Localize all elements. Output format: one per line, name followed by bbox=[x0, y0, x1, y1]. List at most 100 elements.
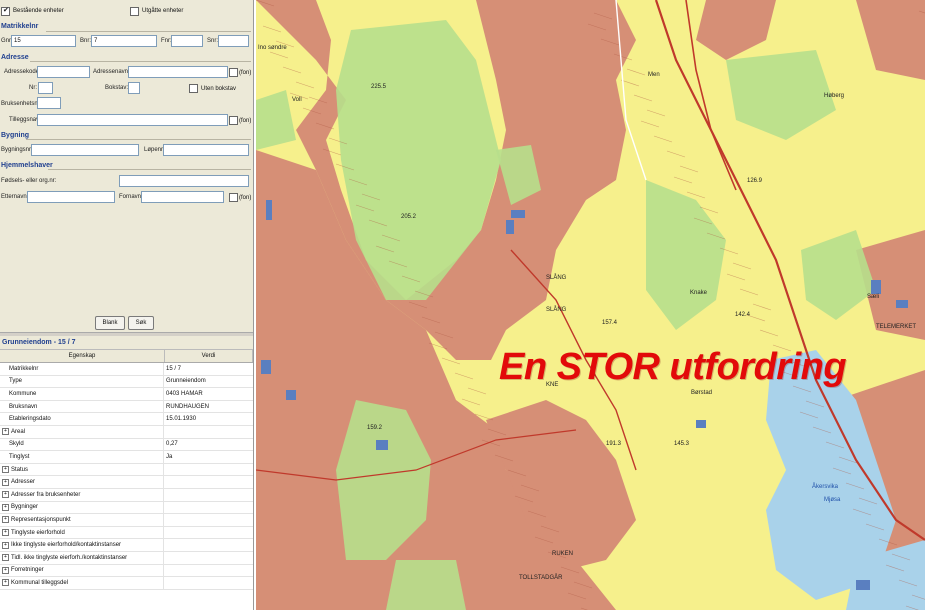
property-value bbox=[164, 527, 253, 539]
property-name-cell: Type bbox=[0, 375, 164, 388]
adressenavn-input[interactable] bbox=[128, 66, 228, 78]
map-label-knake: Knake bbox=[690, 290, 708, 296]
tilleggsnavn-input[interactable] bbox=[37, 114, 228, 126]
property-name: Bruksnavn bbox=[9, 403, 38, 410]
expired-units-option[interactable]: Utgåtte enheter bbox=[130, 4, 183, 18]
expand-icon[interactable]: + bbox=[2, 466, 9, 474]
existing-units-checkbox[interactable]: ✔ bbox=[1, 6, 10, 16]
map-canvas[interactable] bbox=[256, 0, 925, 610]
fon-checkbox[interactable] bbox=[229, 193, 238, 202]
building-block bbox=[506, 220, 514, 234]
fornavn-fon-option[interactable]: (fon) bbox=[229, 193, 251, 202]
property-name-cell: + Kommunal tilleggsdel bbox=[0, 577, 164, 589]
properties-title: Grunneiendom - 15 / 7 bbox=[0, 336, 253, 350]
section-divider bbox=[30, 61, 251, 62]
property-row[interactable]: + Kommunal tilleggsdel bbox=[0, 577, 253, 590]
property-row[interactable]: Bruksnavn RUNDHAUGEN bbox=[0, 400, 253, 414]
snr-label: Snr: bbox=[207, 38, 219, 44]
property-name: Kommunal tilleggsdel bbox=[11, 579, 69, 586]
expand-icon[interactable]: + bbox=[2, 491, 9, 499]
fon-checkbox[interactable] bbox=[229, 68, 238, 77]
column-header-value[interactable]: Verdi bbox=[165, 350, 253, 362]
property-value: 15 / 7 bbox=[166, 365, 182, 372]
property-row[interactable]: + Tinglyste eierforhold bbox=[0, 526, 253, 540]
property-row[interactable]: Matrikkelnr 15 / 7 bbox=[0, 363, 253, 376]
bokstav-input[interactable] bbox=[128, 82, 140, 94]
property-name: Tidl. ikke tinglyste eierforh./kontaktin… bbox=[11, 554, 128, 561]
map-label-hoberg: Høberg bbox=[824, 93, 845, 99]
bygningsnr-label: Bygningsnr: bbox=[1, 147, 33, 153]
building-block bbox=[896, 300, 908, 308]
nr-input[interactable] bbox=[38, 82, 53, 94]
map-label-men: Men bbox=[648, 72, 660, 78]
etternavn-input[interactable] bbox=[27, 191, 115, 203]
property-row[interactable]: + Adresser fra bruksenheter bbox=[0, 488, 253, 502]
building-block bbox=[696, 420, 706, 428]
uten-bokstav-option[interactable]: Uten bokstav bbox=[189, 84, 236, 93]
uten-bokstav-checkbox[interactable] bbox=[189, 84, 198, 93]
checkmark-icon: ✔ bbox=[3, 6, 9, 14]
fornavn-label: Fornavn: bbox=[119, 194, 143, 200]
fon-checkbox[interactable] bbox=[229, 116, 238, 125]
fornavn-input[interactable] bbox=[141, 191, 224, 203]
property-name: Bygninger bbox=[11, 504, 39, 511]
property-row[interactable]: Tinglyst Ja bbox=[0, 451, 253, 464]
property-name-cell: Tinglyst bbox=[0, 451, 164, 463]
property-row[interactable]: + Adresser bbox=[0, 476, 253, 489]
property-row[interactable]: Kommune 0403 HAMAR bbox=[0, 388, 253, 401]
property-row[interactable]: + Ikke tinglyste eierforhold/kontaktinsta… bbox=[0, 539, 253, 552]
section-divider bbox=[46, 31, 251, 32]
expand-icon[interactable]: + bbox=[2, 428, 9, 436]
property-name-cell: + Status bbox=[0, 463, 164, 476]
property-row[interactable]: + Representasjonspunkt bbox=[0, 514, 253, 527]
expand-icon[interactable]: + bbox=[2, 478, 9, 486]
expand-icon[interactable]: + bbox=[2, 541, 9, 549]
adressenavn-fon-option[interactable]: (fon) bbox=[229, 68, 251, 77]
bygningsnr-input[interactable] bbox=[31, 144, 139, 156]
expand-icon[interactable]: + bbox=[2, 554, 9, 562]
building-block bbox=[871, 280, 881, 294]
property-value: Ja bbox=[166, 453, 173, 460]
property-row[interactable]: + Bygninger bbox=[0, 501, 253, 515]
map-label-akersvika: Åkersvika bbox=[812, 484, 839, 490]
property-value: 0403 HAMAR bbox=[166, 390, 203, 397]
lopenr-input[interactable] bbox=[163, 144, 249, 156]
bnr-input[interactable]: 7 bbox=[91, 35, 157, 47]
fodsels-input[interactable] bbox=[119, 175, 249, 187]
fon-label: (fon) bbox=[239, 194, 252, 201]
column-header-property[interactable]: Egenskap bbox=[0, 350, 165, 362]
bnr-label: Bnr: bbox=[80, 38, 92, 44]
property-row[interactable]: + Areal bbox=[0, 425, 253, 439]
expand-icon[interactable]: + bbox=[2, 566, 9, 574]
property-name-cell: Skyld bbox=[0, 438, 164, 451]
property-name: Areal bbox=[11, 428, 26, 435]
expired-units-checkbox[interactable] bbox=[130, 6, 139, 16]
property-row[interactable]: Etableringsdato 15.01.1930 bbox=[0, 413, 253, 426]
section-divider bbox=[26, 139, 251, 140]
fnr-input[interactable] bbox=[171, 35, 203, 47]
expand-icon[interactable]: + bbox=[2, 529, 9, 537]
map-view[interactable]: Ino søndre Voll Men Høberg Sæli TELEMERK… bbox=[256, 0, 925, 610]
property-row[interactable]: Type Grunneiendom bbox=[0, 375, 253, 389]
property-name-cell: Kommune bbox=[0, 388, 164, 400]
gnr-input[interactable]: 15 bbox=[11, 35, 76, 47]
section-matrikkelnr: Matrikkelnr bbox=[1, 23, 39, 30]
expand-icon[interactable]: + bbox=[2, 579, 9, 587]
property-row[interactable]: + Tidl. ikke tinglyste eierforh./kontakti… bbox=[0, 551, 253, 565]
existing-units-option[interactable]: ✔ Bestående enheter bbox=[1, 4, 64, 18]
property-row[interactable]: Skyld 0,27 bbox=[0, 438, 253, 452]
search-button[interactable]: Søk bbox=[128, 316, 154, 330]
bruksenhetsnr-label: Bruksenhetsnr: bbox=[1, 101, 42, 107]
property-name: Type bbox=[9, 378, 23, 385]
expand-icon[interactable]: + bbox=[2, 516, 9, 524]
clear-button[interactable]: Blank bbox=[95, 316, 125, 330]
snr-input[interactable] bbox=[218, 35, 249, 47]
bokstav-label: Bokstav: bbox=[105, 85, 129, 91]
tilleggsnavn-fon-option[interactable]: (fon) bbox=[229, 116, 251, 125]
bruksenhetsnr-input[interactable] bbox=[37, 97, 61, 109]
adressekode-input[interactable] bbox=[37, 66, 90, 78]
property-row[interactable]: + Forretninger bbox=[0, 564, 253, 578]
property-row[interactable]: + Status bbox=[0, 463, 253, 477]
adressenavn-label: Adressenavn: bbox=[93, 69, 130, 75]
expand-icon[interactable]: + bbox=[2, 503, 9, 511]
